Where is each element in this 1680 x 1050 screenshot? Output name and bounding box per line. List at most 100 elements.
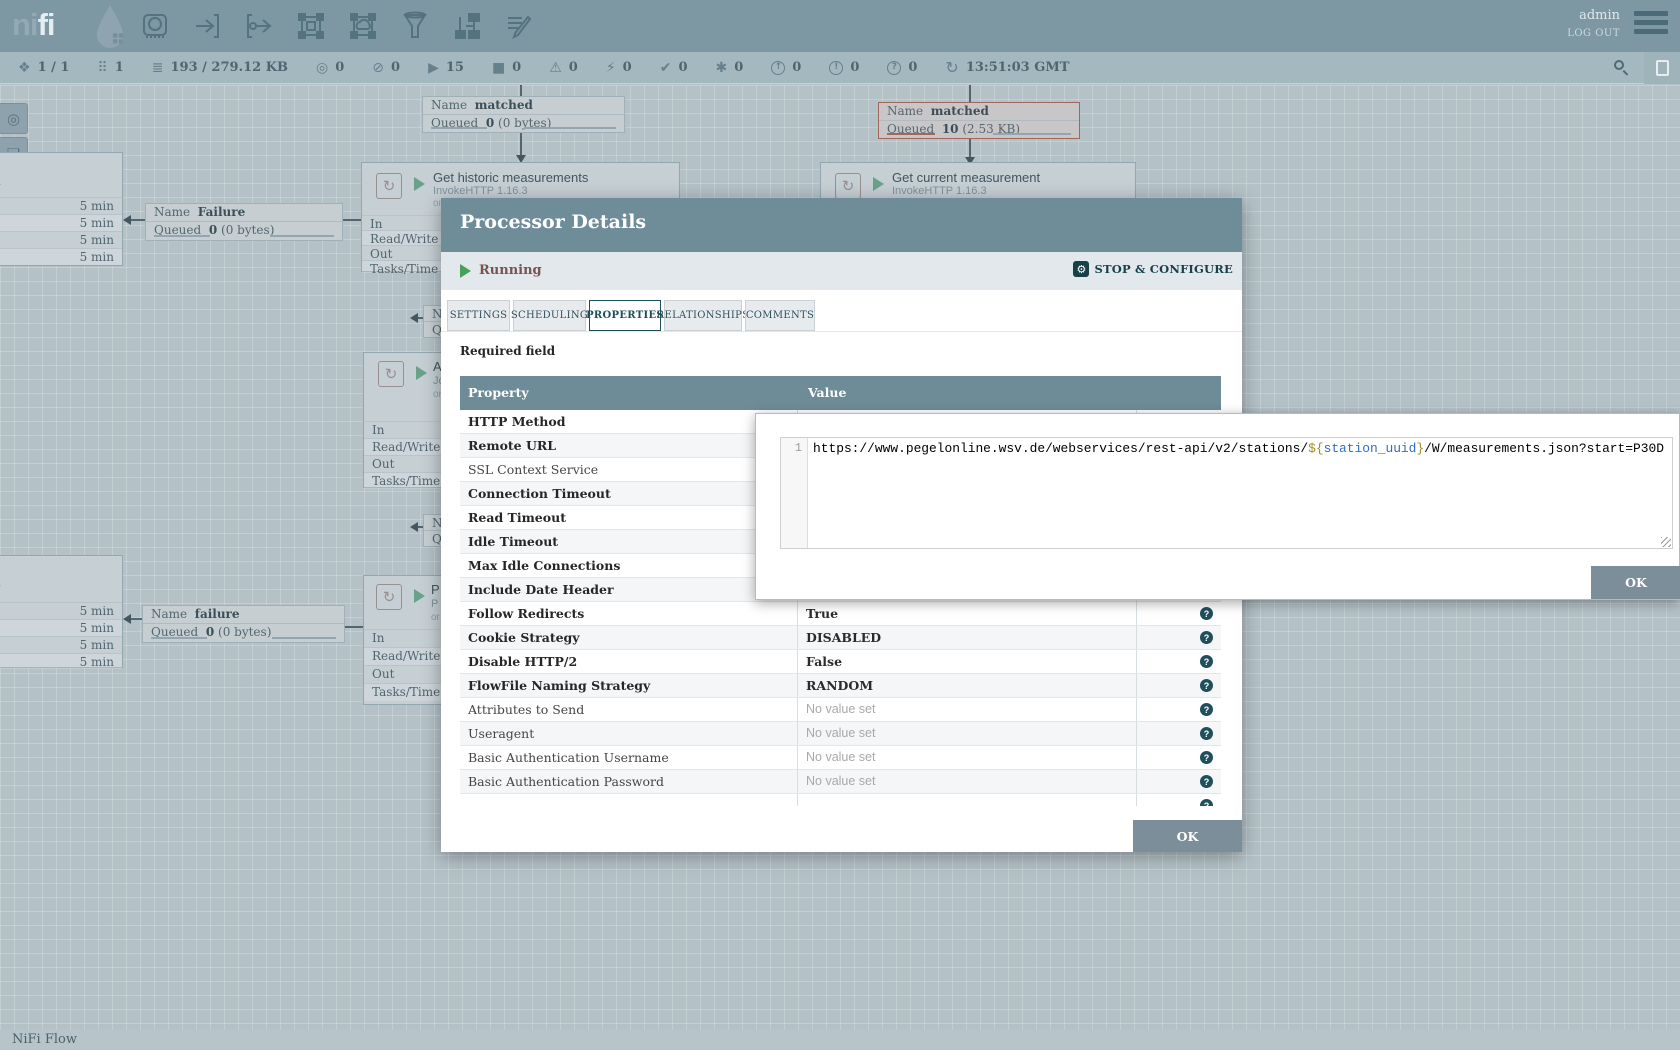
running-icon [460,264,471,278]
input-port-icon[interactable] [192,11,222,41]
connection-label-failure-top: Name Failure Queued 0 (0 bytes) [145,203,343,241]
value-cell[interactable]: True [797,602,1136,625]
process-group-icon[interactable] [296,11,326,41]
status-sync-failure: ?0 [887,60,917,75]
tab-scheduling[interactable]: SCHEDULING [513,300,586,331]
locally-modified-stale-icon: ! [829,61,843,75]
tab-properties[interactable]: PROPERTIES [589,300,661,331]
status-cluster: ❖1 / 1 [18,60,69,75]
settings-button[interactable] [1644,52,1680,84]
value-cell[interactable]: No value set [797,722,1136,745]
value-cell[interactable]: No value set [797,698,1136,721]
connection-label-matched-10: Name matched Queued 10 (2.53 KB) [878,102,1080,139]
required-field-note: Required field [460,344,555,358]
status-locally-modified-stale: !0 [829,60,859,75]
value-editor-popup: 1 https://www.pegelonline.wsv.de/webserv… [755,413,1680,600]
stale-icon: ↑ [771,61,785,75]
connection-line [343,219,362,221]
connection-arrow [123,215,131,225]
stat-row: 5 min [0,231,122,248]
processor-icon[interactable] [140,11,170,41]
refresh-icon[interactable]: ↻ [945,60,958,76]
connection-line [969,139,971,157]
value-cell[interactable]: RANDOM [797,674,1136,697]
disabled-icon: ⚡ [606,61,616,75]
threads-icon: ⠿ [97,61,107,75]
processor-text-fragment: r [0,181,1,193]
stat-row: 5 min [0,248,122,265]
logout-link[interactable]: LOG OUT [1567,28,1620,39]
processor-type-icon: ↻ [835,173,861,199]
nifi-drop-icon [92,4,128,48]
connection-line [520,133,522,155]
table-row-partial: ? [460,794,1221,806]
running-icon [873,177,884,191]
expression-variable: station_uuid [1324,441,1417,456]
funnel-icon[interactable] [400,11,430,41]
value-cell[interactable]: DISABLED [797,626,1136,649]
running-icon [414,177,425,191]
sync-failure-icon: ? [887,61,901,75]
status-locally-modified: ✱0 [716,60,744,75]
up-to-date-icon: ✔ [660,61,672,75]
stop-and-configure-button[interactable]: ⚙ STOP & CONFIGURE [1073,261,1233,277]
dialog-title: Processor Details [460,211,646,233]
running-icon [416,366,427,380]
cluster-icon: ❖ [18,61,31,75]
dialog-header: Processor Details [441,198,1242,252]
processor-offscreen-top-left: r 5 min 5 min 5 min 5 min [0,152,123,266]
table-row: Basic Authentication Username?No value s… [460,746,1221,770]
search-icon[interactable] [1614,60,1630,76]
editor-ok-button[interactable]: OK [1591,566,1680,599]
navigate-palette-button[interactable]: ◎ [0,103,28,134]
stat-row: 5 min [0,602,122,619]
navigate-icon: ◎ [7,110,20,128]
value-cell[interactable]: No value set [797,770,1136,793]
processor-package: or [431,612,440,623]
status-stopped: ■0 [492,60,521,75]
label-icon[interactable] [504,11,534,41]
current-user: admin [1579,8,1620,23]
tab-settings[interactable]: SETTINGS [447,300,510,331]
global-menu-button[interactable] [1634,11,1668,34]
status-threads: ⠿1 [97,60,123,75]
breadcrumb[interactable]: NiFi Flow [12,1032,77,1047]
nifi-logo: nifi [12,7,55,43]
table-row: Disable HTTP/2?False [460,650,1221,674]
value-cell[interactable]: No value set [797,746,1136,769]
stopped-icon: ■ [492,61,505,75]
status-invalid: ⚠0 [549,60,578,75]
table-row: Useragent?No value set [460,722,1221,746]
status-disabled: ⚡0 [606,60,632,75]
value-cell[interactable]: False [797,650,1136,673]
resize-handle[interactable] [1661,537,1671,547]
connection-line [345,626,364,628]
output-port-icon[interactable] [244,11,274,41]
not-transmitting-icon: ⊘ [372,61,384,75]
table-row: Attributes to Send?No value set [460,698,1221,722]
dialog-ok-button[interactable]: OK [1133,820,1242,852]
value-editor-textarea[interactable]: https://www.pegelonline.wsv.de/webservic… [808,438,1672,548]
value-editor-area: 1 https://www.pegelonline.wsv.de/webserv… [780,437,1673,549]
breadcrumb-bar: NiFi Flow [0,1030,1680,1050]
run-status-label: Running [479,263,542,278]
status-up-to-date: ✔0 [660,60,688,75]
queued-icon: ≣ [152,61,164,75]
processor-title: Get historic measurements [433,170,588,185]
connection-arrow [410,522,418,532]
processor-subtitle: P [431,598,438,610]
tab-relationships[interactable]: RELATIONSHIPS [664,300,742,331]
processor-subtitle: InvokeHTTP 1.16.3 [433,185,528,197]
page-icon [1656,60,1669,76]
status-queued: ≣193 / 279.12 KB [152,60,288,75]
processor-offscreen-bottom-left: r 5 min 5 min 5 min 5 min [0,555,123,668]
transmitting-icon: ◎ [316,61,328,75]
remote-process-group-icon[interactable] [348,11,378,41]
processor-type-icon: ↻ [376,584,402,610]
connection-line [520,85,522,96]
running-icon [414,589,425,603]
status-running: ▶15 [428,60,464,75]
tab-comments[interactable]: COMMENTS [745,300,815,331]
dialog-tabs: SETTINGS SCHEDULING PROPERTIES RELATIONS… [447,300,815,331]
template-icon[interactable] [452,11,482,41]
